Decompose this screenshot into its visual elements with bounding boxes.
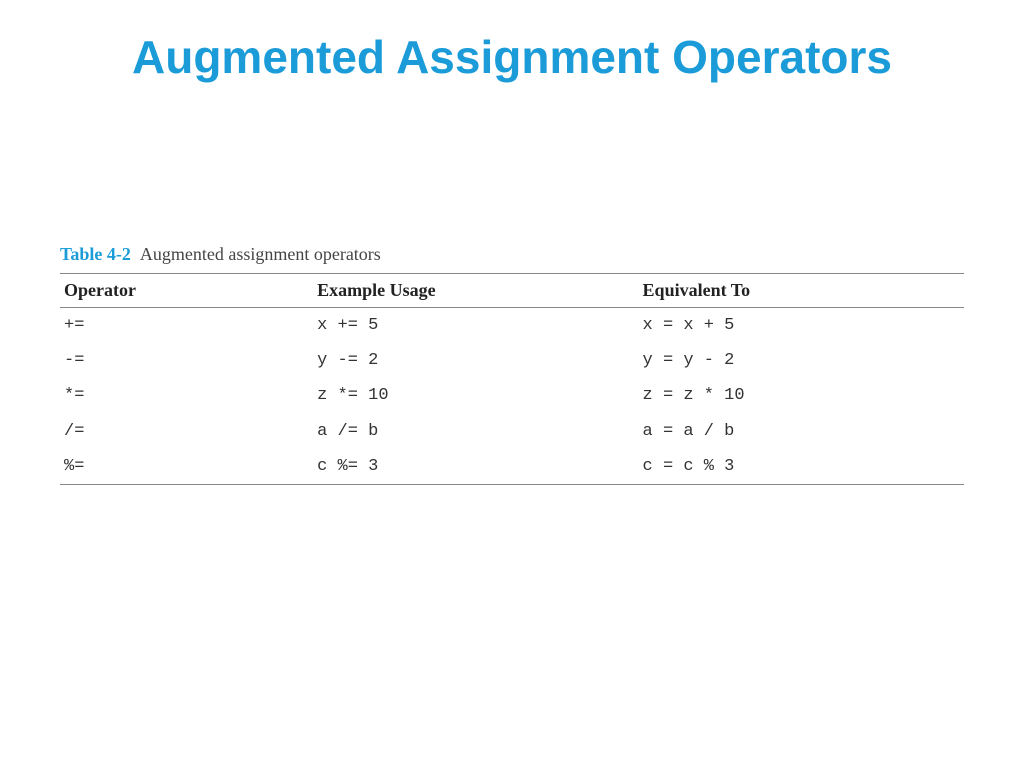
- table-row: += x += 5 x = x + 5: [60, 308, 964, 344]
- cell-usage: a /= b: [313, 414, 638, 449]
- cell-equivalent: c = c % 3: [639, 449, 964, 485]
- table-header-row: Operator Example Usage Equivalent To: [60, 274, 964, 308]
- cell-operator: -=: [60, 343, 313, 378]
- table-row: -= y -= 2 y = y - 2: [60, 343, 964, 378]
- cell-operator: *=: [60, 378, 313, 413]
- cell-usage: c %= 3: [313, 449, 638, 485]
- operators-table: Operator Example Usage Equivalent To += …: [60, 273, 964, 485]
- header-usage: Example Usage: [313, 274, 638, 308]
- cell-usage: y -= 2: [313, 343, 638, 378]
- cell-equivalent: a = a / b: [639, 414, 964, 449]
- table-caption: Table 4-2 Augmented assignment operators: [60, 244, 964, 265]
- table-row: %= c %= 3 c = c % 3: [60, 449, 964, 485]
- cell-usage: z *= 10: [313, 378, 638, 413]
- table-row: /= a /= b a = a / b: [60, 414, 964, 449]
- table-caption-text: Augmented assignment operators: [140, 244, 381, 264]
- cell-equivalent: z = z * 10: [639, 378, 964, 413]
- header-operator: Operator: [60, 274, 313, 308]
- cell-operator: %=: [60, 449, 313, 485]
- cell-operator: /=: [60, 414, 313, 449]
- cell-usage: x += 5: [313, 308, 638, 344]
- table-number: Table 4-2: [60, 244, 131, 264]
- cell-equivalent: x = x + 5: [639, 308, 964, 344]
- slide-title: Augmented Assignment Operators: [60, 30, 964, 84]
- cell-operator: +=: [60, 308, 313, 344]
- cell-equivalent: y = y - 2: [639, 343, 964, 378]
- header-equivalent: Equivalent To: [639, 274, 964, 308]
- table-row: *= z *= 10 z = z * 10: [60, 378, 964, 413]
